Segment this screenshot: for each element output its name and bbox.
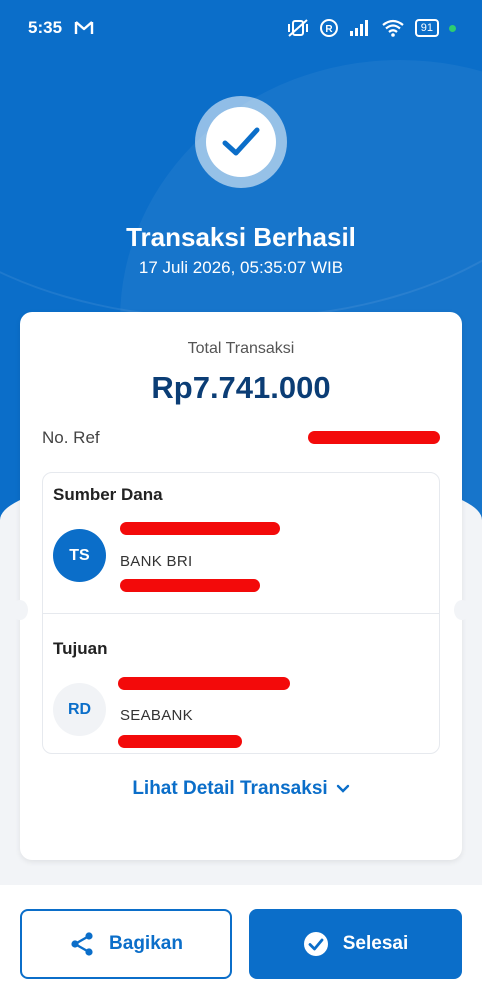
share-button-label: Bagikan — [109, 933, 183, 954]
redacted-source-name — [120, 522, 280, 535]
parties-divider — [43, 613, 439, 614]
check-circle-icon — [303, 932, 328, 956]
status-bar: 5:35 R 91 — [0, 0, 482, 56]
action-bar: Bagikan Selesai — [0, 885, 482, 991]
destination-bank: SEABANK — [120, 707, 193, 724]
recording-dot-icon — [449, 24, 456, 32]
destination-avatar: RD — [53, 683, 106, 736]
total-amount: Rp7.741.000 — [151, 370, 331, 405]
wifi-icon — [382, 19, 404, 37]
source-avatar: TS — [53, 529, 106, 582]
source-title: Sumber Dana — [53, 485, 163, 504]
share-button[interactable]: Bagikan — [20, 909, 232, 979]
transfer-parties-box: Sumber Dana TS BANK BRI Tujuan RD SEABAN… — [42, 472, 440, 754]
redacted-source-account — [120, 579, 260, 592]
gmail-icon — [74, 21, 94, 34]
detail-link-label: Lihat Detail Transaksi — [132, 778, 328, 799]
chevron-down-icon — [336, 784, 349, 793]
ref-label: No. Ref — [42, 428, 100, 447]
success-check-icon — [206, 107, 276, 177]
detail-link[interactable]: Lihat Detail Transaksi — [20, 778, 462, 800]
source-bank: BANK BRI — [120, 553, 193, 570]
total-label: Total Transaksi — [187, 340, 295, 357]
done-button-label: Selesai — [342, 933, 409, 954]
done-button[interactable]: Selesai — [249, 909, 462, 979]
vibrate-off-icon — [287, 19, 308, 37]
receipt-notch-left — [12, 600, 28, 620]
status-time: 5:35 — [28, 18, 63, 37]
receipt-card: Total Transaksi Rp7.741.000 No. Ref Sumb… — [20, 312, 462, 860]
signal-icon — [349, 20, 368, 36]
battery-indicator: 91 — [414, 19, 439, 37]
registered-icon: R — [319, 19, 338, 37]
result-title: Transaksi Berhasil — [126, 222, 356, 252]
destination-title: Tujuan — [53, 639, 108, 658]
redacted-destination-name — [118, 677, 290, 690]
receipt-notch-right — [454, 600, 470, 620]
svg-text:R: R — [325, 24, 333, 35]
result-datetime: 17 Juli 2026, 05:35:07 WIB — [138, 258, 344, 277]
share-icon — [71, 932, 93, 956]
redacted-destination-account — [118, 735, 242, 748]
redacted-ref-number — [308, 431, 440, 444]
